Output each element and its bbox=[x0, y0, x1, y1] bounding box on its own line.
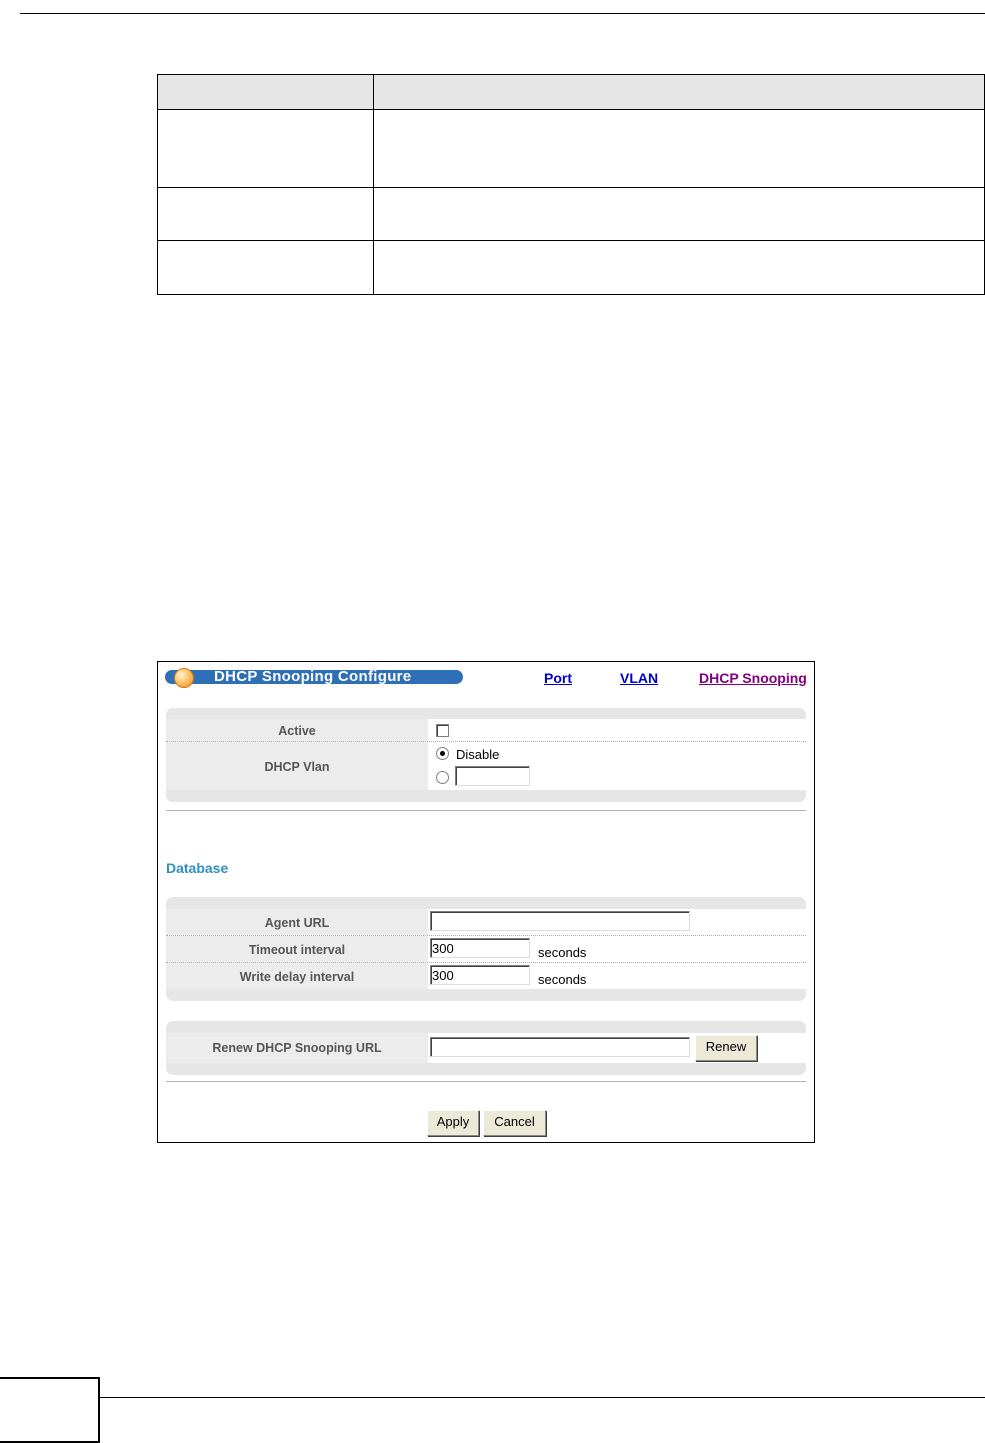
table-header-row bbox=[157, 74, 985, 110]
nav-link-dhcp-snooping[interactable]: DHCP Snooping bbox=[699, 670, 807, 686]
table-row bbox=[157, 240, 985, 295]
write-delay-input[interactable]: 300 bbox=[430, 965, 530, 985]
active-checkbox[interactable] bbox=[436, 724, 449, 737]
dhcp-vlan-disable-label: Disable bbox=[456, 747, 500, 762]
write-delay-label: Write delay interval bbox=[239, 970, 355, 984]
table-row bbox=[157, 187, 985, 241]
renew-url-label: Renew DHCP Snooping URL bbox=[212, 1041, 382, 1055]
divider bbox=[166, 810, 806, 811]
dhcp-vlan-disable-radio[interactable] bbox=[436, 747, 449, 760]
write-delay-unit: seconds bbox=[538, 972, 587, 987]
orb-icon bbox=[174, 668, 194, 688]
active-label: Active bbox=[278, 724, 316, 738]
renew-panel: Renew DHCP Snooping URL Renew bbox=[166, 1021, 806, 1075]
divider bbox=[166, 1081, 806, 1082]
table-row bbox=[157, 109, 985, 188]
dhcp-snooping-screen: DHCP Snooping Configure Port VLAN DHCP S… bbox=[157, 661, 815, 1143]
table-header-cell bbox=[373, 74, 985, 110]
timeout-row: Timeout interval 300 seconds bbox=[166, 936, 806, 963]
write-delay-row: Write delay interval 300 seconds bbox=[166, 963, 806, 989]
table-cell bbox=[157, 109, 374, 188]
dhcp-vlan-label: DHCP Vlan bbox=[264, 760, 330, 774]
database-panel: Agent URL Timeout interval 300 seconds W… bbox=[166, 897, 806, 1001]
table-cell bbox=[373, 109, 985, 188]
settings-panel: Active DHCP Vlan Disable bbox=[166, 708, 806, 802]
database-heading: Database bbox=[166, 860, 229, 876]
page-number-box bbox=[0, 1377, 100, 1443]
description-table bbox=[157, 74, 985, 295]
renew-row: Renew DHCP Snooping URL Renew bbox=[166, 1033, 806, 1063]
timeout-label: Timeout interval bbox=[248, 943, 346, 957]
active-row: Active bbox=[166, 719, 806, 742]
header-rule bbox=[20, 13, 985, 14]
table-header-cell bbox=[157, 74, 374, 110]
cancel-button[interactable]: Cancel bbox=[483, 1110, 546, 1136]
page-title: DHCP Snooping Configure bbox=[214, 668, 412, 685]
dhcp-vlan-row: DHCP Vlan Disable bbox=[166, 742, 806, 790]
agent-url-row: Agent URL bbox=[166, 909, 806, 936]
nav-link-port[interactable]: Port bbox=[544, 670, 572, 686]
footer-rule bbox=[100, 1397, 985, 1398]
table-cell bbox=[373, 240, 985, 295]
table-cell bbox=[157, 240, 374, 295]
table-cell bbox=[373, 187, 985, 241]
nav-link-vlan[interactable]: VLAN bbox=[620, 670, 658, 686]
agent-url-label: Agent URL bbox=[264, 916, 330, 930]
apply-button[interactable]: Apply bbox=[427, 1110, 479, 1136]
dhcp-vlan-input[interactable] bbox=[455, 766, 530, 786]
timeout-unit: seconds bbox=[538, 945, 587, 960]
renew-url-input[interactable] bbox=[430, 1037, 690, 1057]
dhcp-vlan-custom-radio[interactable] bbox=[436, 771, 449, 784]
renew-button[interactable]: Renew bbox=[695, 1035, 757, 1061]
timeout-input[interactable]: 300 bbox=[430, 938, 530, 958]
agent-url-input[interactable] bbox=[430, 911, 690, 931]
table-cell bbox=[157, 187, 374, 241]
